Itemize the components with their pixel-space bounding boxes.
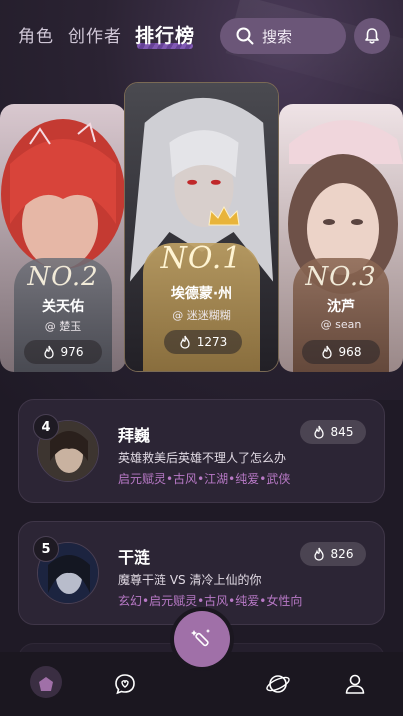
nav-profile[interactable] [340,669,370,699]
flame-icon [313,547,324,561]
character-tags: 玄幻•启元赋灵•古风•纯爱•女性向 [118,594,303,608]
podium-card-rank-2[interactable]: NO.2 关天佑 @ 楚玉 976 [0,104,126,372]
character-name: 关天佑 [42,299,84,315]
rank-label: NO.1 [160,241,243,276]
heat-badge: 826 [300,542,366,566]
podium-card-rank-1[interactable]: NO.1 埃德蒙·州 @ 迷迷糊糊 1273 [124,82,279,372]
heat-value: 1273 [196,335,228,349]
heat-value: 968 [338,345,362,359]
crown-icon [208,205,240,226]
nav-home[interactable] [31,669,61,699]
character-name: 干涟 [118,548,151,567]
heat-badge: 845 [300,420,366,444]
nav-messages[interactable] [110,669,140,699]
chat-icon [115,674,135,695]
create-wand-icon [191,629,210,647]
character-name: 拜巍 [118,426,151,445]
character-name: 埃德蒙·州 [170,286,233,302]
search-icon [236,27,254,45]
planet-icon [266,675,290,693]
flame-icon [321,345,332,359]
tab-characters[interactable]: 角色 [18,22,54,47]
tab-leaderboard[interactable]: 排行榜 [135,21,195,48]
creator-handle: @ sean [320,318,362,331]
heat-badge: 976 [24,340,102,364]
rank-label: NO.3 [305,262,377,292]
ranking-list-item[interactable]: 5 干涟 魔尊干涟 VS 清冷上仙的你 玄幻•启元赋灵•古风•纯爱•女性向 82… [18,521,385,625]
rank-number-badge: 5 [33,536,59,562]
creator-handle: @ 楚玉 [44,320,82,333]
top-header: 角色 创作者 排行榜 搜索 [0,0,403,70]
heat-value: 976 [60,345,84,359]
flame-icon [43,345,54,359]
flame-icon [180,335,190,349]
nav-discover[interactable] [263,669,293,699]
creator-handle: @ 迷迷糊糊 [172,309,231,322]
character-description: 英雄救美后英雄不理人了怎么办 [118,451,287,465]
tab-creators[interactable]: 创作者 [68,22,122,47]
flame-icon [313,425,324,439]
character-tags: 启元赋灵•古风•江湖•纯爱•武侠 [118,472,291,486]
rank-number-badge: 4 [33,414,59,440]
search-button[interactable]: 搜索 [220,18,346,54]
notification-button[interactable] [354,18,390,54]
ranking-list-item[interactable]: 4 拜巍 英雄救美后英雄不理人了怎么办 启元赋灵•古风•江湖•纯爱•武侠 845 [18,399,385,503]
home-icon [39,677,53,691]
create-button[interactable] [174,611,230,667]
podium-card-rank-3[interactable]: NO.3 沈芦 @ sean 968 [279,104,403,372]
heat-badge: 1273 [164,330,242,354]
profile-icon [345,674,365,694]
heat-value: 826 [330,547,354,561]
heat-value: 845 [330,425,354,439]
search-label: 搜索 [262,27,293,46]
rank-label: NO.2 [27,262,99,292]
character-description: 魔尊干涟 VS 清冷上仙的你 [118,573,262,587]
character-name: 沈芦 [327,299,355,315]
heat-badge: 968 [302,340,380,364]
bell-icon [365,28,379,44]
